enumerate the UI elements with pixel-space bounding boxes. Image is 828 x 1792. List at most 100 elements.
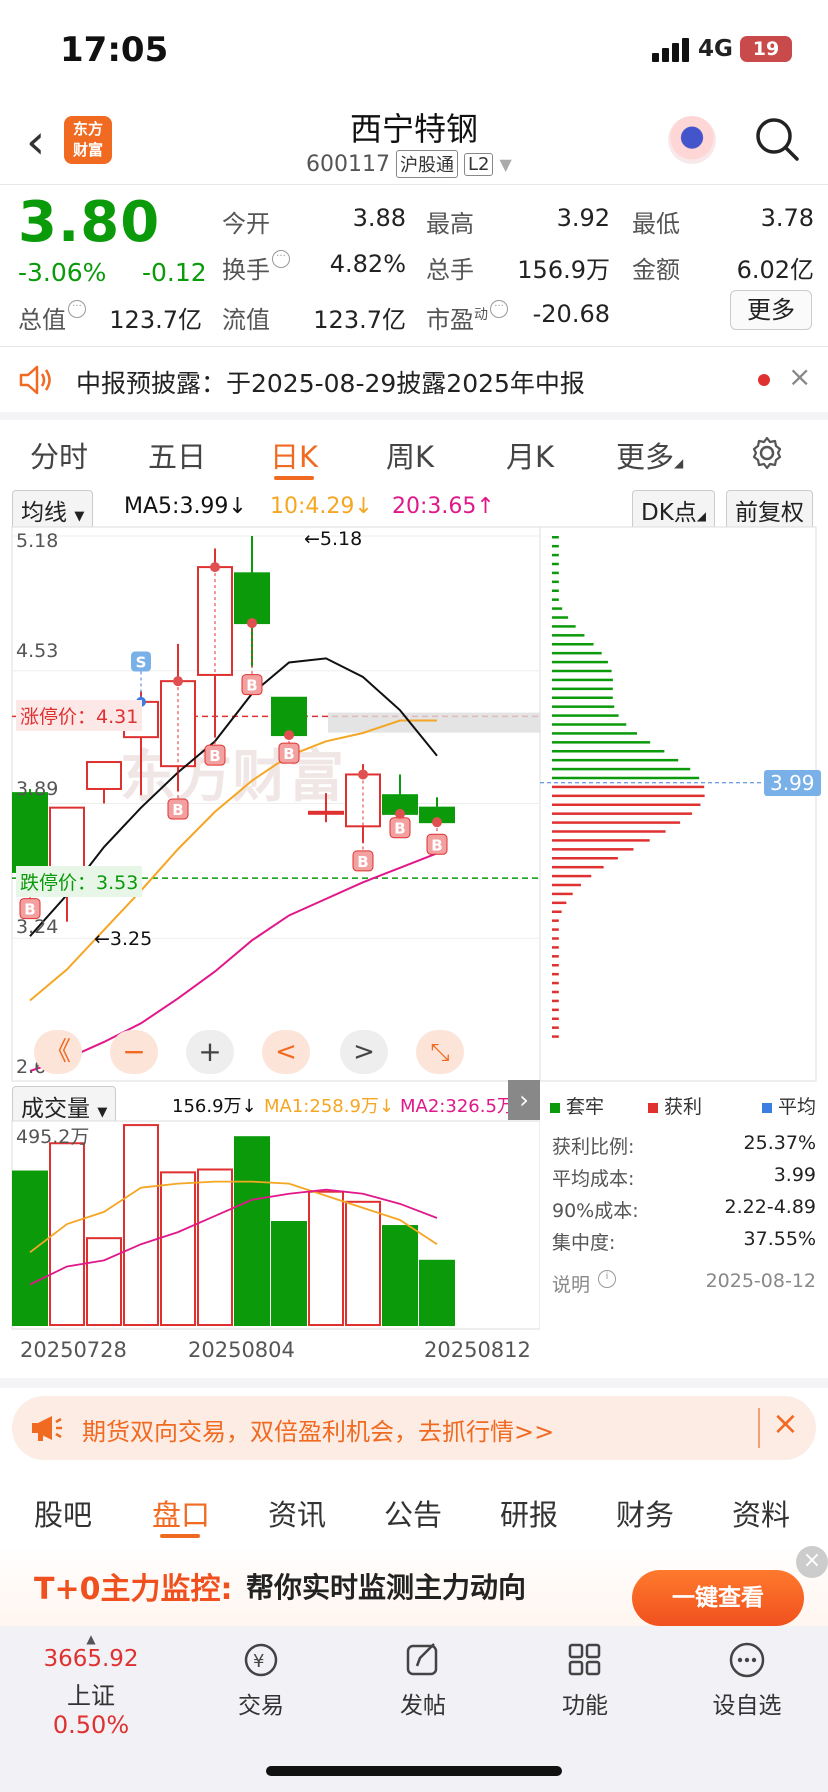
more-button[interactable]: 更多 [730, 290, 812, 330]
chip-bar [552, 562, 559, 566]
vol-max-label: 495.2万 [16, 1126, 90, 1148]
t0-ad-banner[interactable]: T+0主力监控: 帮你实时监测主力动向 一键查看 × [0, 1546, 828, 1626]
zoom-out-button[interactable]: − [110, 1030, 158, 1074]
open-value: 3.88 [352, 204, 406, 232]
tab-daily-k[interactable]: 日K [270, 434, 318, 476]
chip-bar [552, 1008, 559, 1012]
tab-weekly-k[interactable]: 周K [386, 434, 434, 476]
ad-text: 帮你实时监测主力动向 [246, 1571, 527, 1604]
turnover-label[interactable]: 换手 ··· [222, 250, 290, 285]
tab-monthly-k[interactable]: 月K [506, 434, 554, 476]
signal-dot [358, 769, 368, 780]
chip-bar [552, 741, 651, 744]
watermark: 东方财富 [120, 745, 344, 810]
adjust-button[interactable]: 前复权 [726, 490, 813, 530]
banner-text: 期货双向交易，双倍盈利机会，去抓行情>> [82, 1418, 555, 1446]
tab-financials[interactable]: 财务 [616, 1492, 674, 1534]
expand-arrow-icon[interactable]: › [508, 1080, 540, 1120]
ma10-label: 10:4.29↓ [270, 494, 373, 519]
search-icon[interactable] [754, 116, 800, 162]
volume-bar [86, 1237, 122, 1326]
level2-tag: L2 [463, 152, 494, 176]
chip-row-value: 37.55% [743, 1228, 816, 1250]
x-label-1: 20250728 [20, 1338, 127, 1362]
settings-gear-icon[interactable] [750, 436, 784, 470]
market-cap: 123.7亿 [109, 306, 202, 334]
tab-minute[interactable]: 分时 [30, 434, 88, 476]
volume-label: 总手 [426, 256, 474, 284]
stock-code-row[interactable]: 600117 沪股通 L2 ▼ [306, 150, 512, 178]
chip-bar [552, 678, 613, 682]
scroll-left-button[interactable]: < [262, 1030, 310, 1074]
assistant-robot-icon[interactable] [668, 116, 716, 164]
fullscreen-button[interactable]: ⤡ [416, 1030, 464, 1074]
signal-dot [173, 676, 183, 687]
tab-orderbook[interactable]: 盘口 [152, 1492, 210, 1534]
dk-point-button[interactable]: DK点◢ [632, 490, 716, 530]
scroll-left-fast-button[interactable]: 《 [34, 1030, 82, 1074]
signal-dot [210, 562, 220, 573]
chip-bar [552, 580, 559, 584]
float-cap-label: 流值 [222, 306, 270, 334]
tab-research[interactable]: 研报 [500, 1492, 558, 1534]
chip-row-value: 3.99 [773, 1164, 816, 1186]
market-cap-label[interactable]: 总值 ··· [18, 300, 86, 335]
post-button[interactable]: 发帖 [358, 1640, 488, 1720]
chip-bar [552, 892, 573, 896]
pe-label[interactable]: 市盈动··· [426, 300, 508, 335]
yen-exchange-icon: ¥ [244, 1643, 278, 1677]
close-icon[interactable]: × [788, 360, 811, 393]
tab-news[interactable]: 资讯 [268, 1492, 326, 1534]
report-notice[interactable]: 中报预披露：于2025-08-29披露2025年中报 [76, 364, 585, 400]
buy-signal-label: B [246, 677, 257, 695]
volume-value: 156.9万 [517, 256, 610, 284]
banner-close-icon[interactable]: × [772, 1404, 799, 1442]
volume-bar [12, 1170, 48, 1326]
chip-row-value: 25.37% [743, 1132, 816, 1154]
chip-bar [552, 946, 559, 949]
tab-forum[interactable]: 股吧 [34, 1492, 92, 1534]
kline-chart[interactable]: 东方财富 BSBBBBBBB [0, 526, 828, 1086]
ma-select[interactable]: 均线 ▼ [12, 490, 94, 530]
ad-t0-label: T+0主力监控: [34, 1572, 233, 1607]
chip-bar [552, 544, 559, 548]
index-widget[interactable]: ▲ 3665.92 上证 0.50% [26, 1632, 156, 1739]
cost-range-band [328, 712, 540, 733]
add-watchlist-button[interactable]: 设自选 [682, 1640, 812, 1720]
signal-dot [395, 808, 405, 819]
chip-bar [552, 1017, 559, 1020]
chip-bar [552, 750, 665, 753]
chip-note[interactable]: 说明 i [552, 1270, 617, 1300]
function-button[interactable]: 功能 [520, 1640, 650, 1720]
cost-badge: 3.99 [764, 770, 821, 796]
index-value: 3665.92 [43, 1646, 139, 1672]
chip-bar [552, 901, 567, 905]
volume-chart[interactable] [0, 1120, 540, 1332]
sell-signal-label: S [136, 654, 147, 672]
unread-dot [758, 374, 770, 386]
speaker-icon [19, 365, 51, 395]
chip-bar [552, 928, 559, 931]
chip-bar [552, 839, 650, 842]
svg-text:¥: ¥ [253, 1651, 264, 1672]
futures-banner[interactable]: 期货双向交易，双倍盈利机会，去抓行情>> × [12, 1396, 816, 1460]
tab-profile[interactable]: 资料 [732, 1492, 790, 1534]
volume-bar [123, 1124, 159, 1326]
kline-tabs: 分时 五日 日K 周K 月K 更多◢ [0, 420, 828, 486]
tab-more[interactable]: 更多◢ [616, 434, 683, 476]
tab-announcements[interactable]: 公告 [384, 1492, 442, 1534]
pe-value: -20.68 [532, 300, 610, 328]
ad-close-icon[interactable]: × [796, 1546, 828, 1578]
legend-trapped: 套牢 [550, 1092, 604, 1119]
scroll-right-button[interactable]: > [340, 1030, 388, 1074]
ad-view-button[interactable]: 一键查看 [632, 1570, 804, 1626]
volume-bar [160, 1171, 196, 1326]
vol-ma1-label: MA1:258.9万↓ [264, 1096, 394, 1117]
trade-button[interactable]: ¥ 交易 [196, 1640, 326, 1720]
tab-five-day[interactable]: 五日 [148, 434, 206, 476]
chip-bar [552, 758, 679, 762]
zoom-in-button[interactable]: + [186, 1030, 234, 1074]
chip-bar [552, 919, 559, 922]
buy-signal-label: B [209, 747, 220, 765]
chip-bar [552, 660, 608, 664]
